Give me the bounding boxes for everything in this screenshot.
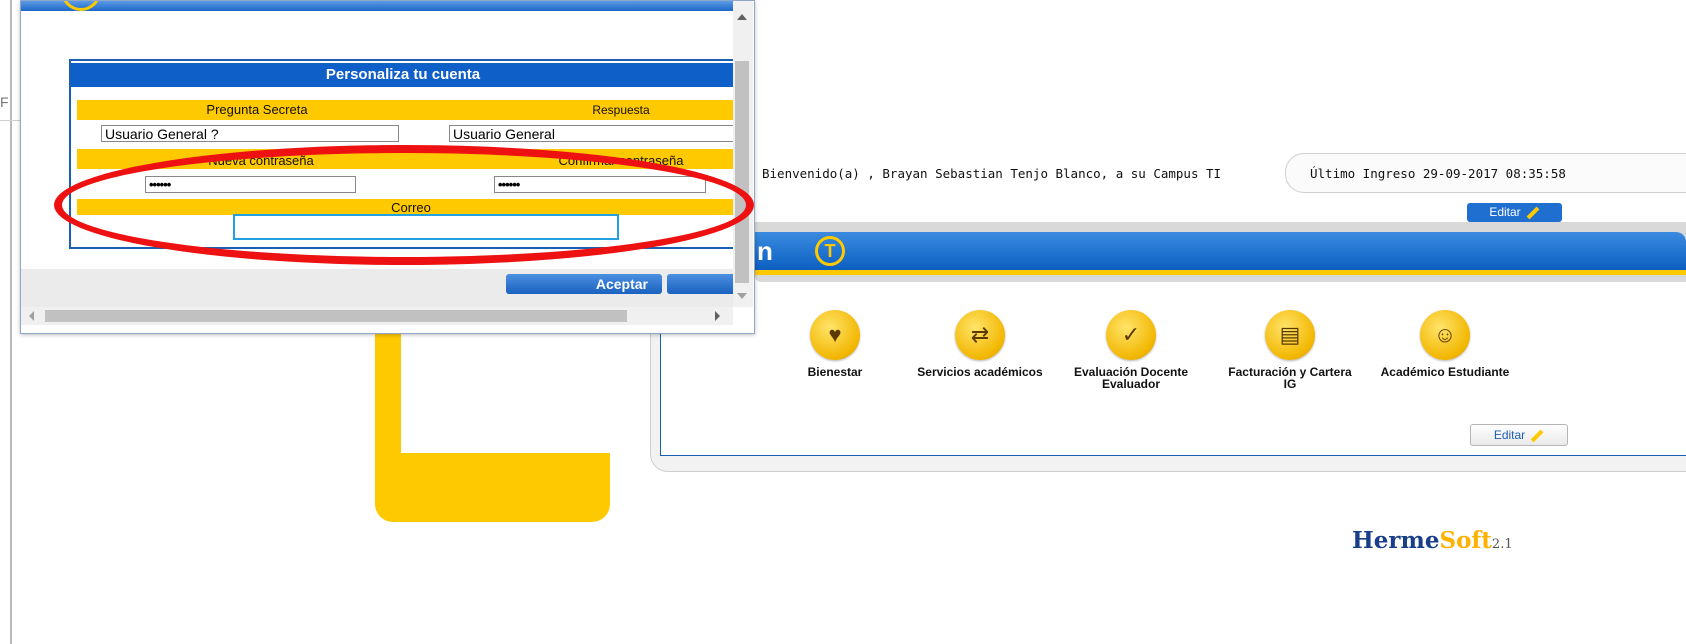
app-label: Servicios académicos	[917, 365, 1043, 379]
app-label: Académico Estudiante	[1380, 365, 1510, 379]
background-divider	[0, 120, 22, 121]
pencil-icon	[1526, 206, 1540, 220]
servicios-icon: ⇄	[955, 310, 1005, 360]
accept-button[interactable]: Aceptar	[506, 274, 662, 294]
bienestar-icon: ♥	[810, 310, 860, 360]
answer-field[interactable]: Usuario General	[449, 125, 737, 142]
app-facturacion-cartera[interactable]: ▤ Facturación y Cartera IG	[1225, 310, 1355, 390]
app-servicios-academicos[interactable]: ⇄ Servicios académicos	[915, 310, 1045, 378]
evaluacion-icon: ✓	[1106, 310, 1156, 360]
facturacion-icon: ▤	[1265, 310, 1315, 360]
logo-part-soft: Soft	[1439, 527, 1492, 554]
academico-icon: ☺	[1420, 310, 1470, 360]
form-title: Personaliza tu cuenta	[71, 63, 735, 87]
app-evaluacion-docente[interactable]: ✓ Evaluación Docente Evaluador	[1066, 310, 1196, 390]
logo-version: 2.1	[1491, 537, 1513, 552]
campus-banner	[755, 232, 1686, 275]
logo-part-herme: Herme	[1352, 527, 1440, 554]
pencil-icon	[1530, 429, 1544, 443]
horizontal-scroll-thumb[interactable]	[45, 310, 627, 322]
app-label: Facturación y Cartera IG	[1228, 365, 1352, 391]
last-login-text: Último Ingreso 29-09-2017 08:35:58	[1310, 166, 1566, 181]
edit-header-button[interactable]: Editar	[1467, 203, 1562, 222]
scroll-up-arrow-icon[interactable]	[737, 14, 747, 20]
red-highlight-ellipse	[54, 145, 754, 265]
scroll-left-arrow-icon[interactable]	[29, 311, 34, 321]
welcome-message: Bienvenido(a) , Brayan Sebastian Tenjo B…	[762, 166, 1222, 181]
banner-title-fragment: n	[757, 236, 773, 266]
app-bienestar[interactable]: ♥ Bienestar	[770, 310, 900, 378]
background-letter: F	[0, 94, 9, 110]
left-border-rule	[10, 0, 12, 644]
hermesoft-logo: HermeSoft2.1	[1352, 527, 1513, 554]
modal-header-bar	[21, 1, 733, 11]
answer-label: Respuesta	[592, 103, 650, 117]
campus-logo-icon: T	[815, 236, 845, 266]
app-label: Bienestar	[807, 365, 863, 379]
secret-question-field[interactable]: Usuario General ?	[101, 125, 399, 142]
edit-apps-button[interactable]: Editar	[1470, 424, 1568, 446]
secondary-button[interactable]	[667, 274, 733, 294]
scroll-down-arrow-icon[interactable]	[737, 293, 747, 299]
edit-apps-label: Editar	[1493, 428, 1526, 442]
edit-header-label: Editar	[1489, 205, 1521, 219]
vertical-scroll-thumb[interactable]	[735, 61, 749, 283]
secret-question-label: Pregunta Secreta	[206, 102, 308, 117]
app-academico-estudiante[interactable]: ☺ Académico Estudiante	[1380, 310, 1510, 378]
app-label: Evaluación Docente Evaluador	[1073, 365, 1189, 391]
scroll-right-arrow-icon[interactable]	[715, 311, 720, 321]
